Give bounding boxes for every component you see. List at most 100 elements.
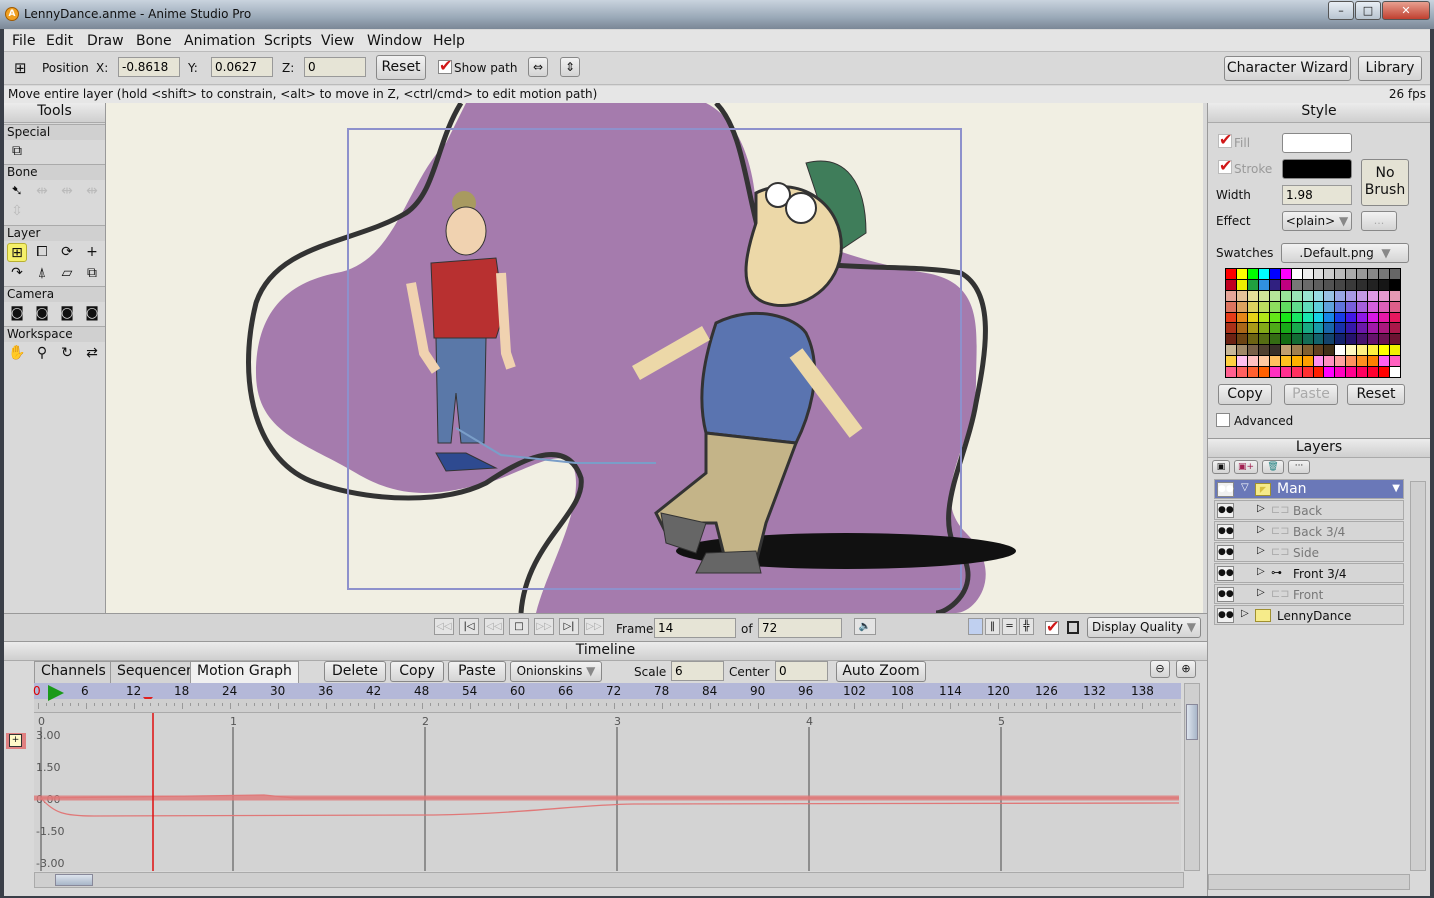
color-swatch[interactable] — [1226, 367, 1236, 377]
maximize-button[interactable]: □ — [1355, 1, 1381, 20]
color-swatch[interactable] — [1313, 279, 1324, 290]
color-swatch[interactable] — [1269, 290, 1280, 301]
color-swatch[interactable] — [1226, 312, 1236, 323]
delete-keys-button[interactable]: Delete — [324, 661, 386, 682]
color-swatch[interactable] — [1368, 323, 1379, 334]
color-swatch[interactable] — [1368, 312, 1379, 323]
fill-checkbox[interactable] — [1218, 130, 1232, 149]
color-swatch[interactable] — [1236, 345, 1247, 356]
color-swatch[interactable] — [1258, 367, 1269, 377]
color-swatch[interactable] — [1258, 290, 1269, 301]
color-swatch[interactable] — [1313, 290, 1324, 301]
color-swatch[interactable] — [1346, 345, 1357, 356]
color-swatch[interactable] — [1258, 269, 1269, 279]
color-swatch[interactable] — [1313, 345, 1324, 356]
color-swatch[interactable] — [1368, 290, 1379, 301]
color-swatch[interactable] — [1324, 356, 1335, 367]
color-swatch[interactable] — [1269, 345, 1280, 356]
menu-file[interactable]: File — [12, 33, 35, 49]
layer-row[interactable]: ●● ▷ ⊏⊐ Back 3/4 — [1214, 521, 1404, 541]
color-swatch[interactable] — [1346, 312, 1357, 323]
color-swatch[interactable] — [1357, 367, 1368, 377]
color-swatch[interactable] — [1346, 301, 1357, 312]
color-swatch[interactable] — [1324, 323, 1335, 334]
color-swatch[interactable] — [1368, 334, 1379, 345]
color-swatch[interactable] — [1291, 345, 1302, 356]
copy-keys-button[interactable]: Copy — [390, 661, 444, 682]
stroke-color-swatch[interactable] — [1282, 159, 1352, 179]
duplicate-layer-icon[interactable]: ▣+ — [1234, 460, 1258, 474]
stop-icon[interactable]: □ — [509, 618, 529, 635]
color-swatch[interactable] — [1346, 367, 1357, 377]
color-swatch[interactable] — [1346, 279, 1357, 290]
camera-track-icon[interactable]: ◙ — [7, 304, 27, 323]
tab-motion-graph[interactable]: Motion Graph — [190, 661, 299, 683]
color-swatch[interactable] — [1324, 279, 1335, 290]
color-swatch[interactable] — [1247, 367, 1258, 377]
color-swatch[interactable] — [1269, 367, 1280, 377]
color-swatch[interactable] — [1226, 334, 1236, 345]
menu-draw[interactable]: Draw — [87, 33, 124, 49]
color-swatch[interactable] — [1302, 290, 1313, 301]
color-swatch[interactable] — [1258, 345, 1269, 356]
output-only-icon[interactable] — [1067, 621, 1079, 634]
color-swatch[interactable] — [1357, 279, 1368, 290]
play-icon[interactable] — [48, 685, 64, 701]
rotate-layer-icon[interactable]: ⟳ — [57, 243, 77, 262]
color-swatch[interactable] — [1236, 279, 1247, 290]
color-swatch[interactable] — [1269, 301, 1280, 312]
trash-icon[interactable]: 🗑 — [1262, 460, 1284, 474]
layer-row[interactable]: ●● ▷ ⊏⊐ Back — [1214, 500, 1404, 520]
layer-row[interactable]: ●● ▽ ◤ Man ▼ — [1214, 479, 1404, 499]
color-swatch[interactable] — [1226, 279, 1236, 290]
layer-row[interactable]: ●● ▷ ⊏⊐ Front — [1214, 584, 1404, 604]
color-swatch[interactable] — [1368, 356, 1379, 367]
minimize-button[interactable]: – — [1328, 1, 1354, 20]
color-swatch[interactable] — [1236, 269, 1247, 279]
color-swatch[interactable] — [1390, 301, 1400, 312]
color-swatch[interactable] — [1390, 323, 1400, 334]
zoom-out-icon[interactable]: ⊖ — [1150, 660, 1170, 678]
color-swatch[interactable] — [1357, 323, 1368, 334]
color-swatch[interactable] — [1291, 290, 1302, 301]
color-swatch[interactable] — [1247, 323, 1258, 334]
collapse-triangle-icon[interactable]: ▽ — [1241, 482, 1249, 493]
color-swatch[interactable] — [1313, 323, 1324, 334]
tab-channels[interactable]: Channels — [34, 661, 113, 683]
fast-forward-icon[interactable]: ▷▷ — [584, 618, 604, 635]
menu-help[interactable]: Help — [433, 33, 465, 49]
character-wizard-button[interactable]: Character Wizard — [1224, 56, 1351, 81]
effect-dropdown[interactable]: <plain> ▼ — [1282, 211, 1352, 231]
camera-zoom-icon[interactable]: ◙ — [32, 304, 52, 323]
color-swatch[interactable] — [1226, 345, 1236, 356]
color-swatch[interactable] — [1302, 279, 1313, 290]
color-swatch[interactable] — [1247, 279, 1258, 290]
orbit-workspace-icon[interactable]: ⇄ — [82, 344, 102, 363]
zoom-icon[interactable]: ⚲ — [32, 344, 52, 363]
color-swatch[interactable] — [1291, 367, 1302, 377]
advanced-checkbox[interactable] — [1216, 413, 1230, 427]
motion-graph[interactable]: 0123453.001.500.00-1.50-3.00 — [34, 713, 1181, 871]
scale-bone-icon[interactable]: ⇹ — [57, 182, 77, 201]
color-swatch[interactable] — [1390, 312, 1400, 323]
stroke-checkbox[interactable] — [1218, 156, 1232, 175]
new-layer-icon[interactable]: ▣ — [1212, 460, 1230, 474]
effect-settings-button[interactable]: ... — [1361, 211, 1397, 231]
color-swatch[interactable] — [1247, 269, 1258, 279]
color-swatch[interactable] — [1313, 356, 1324, 367]
color-swatch[interactable] — [1291, 279, 1302, 290]
menu-view[interactable]: View — [321, 33, 354, 49]
display-quality-dropdown[interactable]: Display Quality ▼ — [1087, 617, 1201, 638]
color-swatch[interactable] — [1269, 269, 1280, 279]
timeline-hscrollbar[interactable] — [34, 872, 1184, 888]
frame-field[interactable] — [654, 618, 736, 638]
visibility-eye-icon[interactable]: ●● — [1217, 545, 1234, 560]
color-swatch[interactable] — [1324, 367, 1335, 377]
menu-bone[interactable]: Bone — [136, 33, 172, 49]
color-swatch[interactable] — [1258, 279, 1269, 290]
color-swatch[interactable] — [1368, 367, 1379, 377]
color-swatch[interactable] — [1291, 323, 1302, 334]
color-swatch[interactable] — [1291, 356, 1302, 367]
color-swatch[interactable] — [1302, 345, 1313, 356]
color-swatch[interactable] — [1324, 334, 1335, 345]
